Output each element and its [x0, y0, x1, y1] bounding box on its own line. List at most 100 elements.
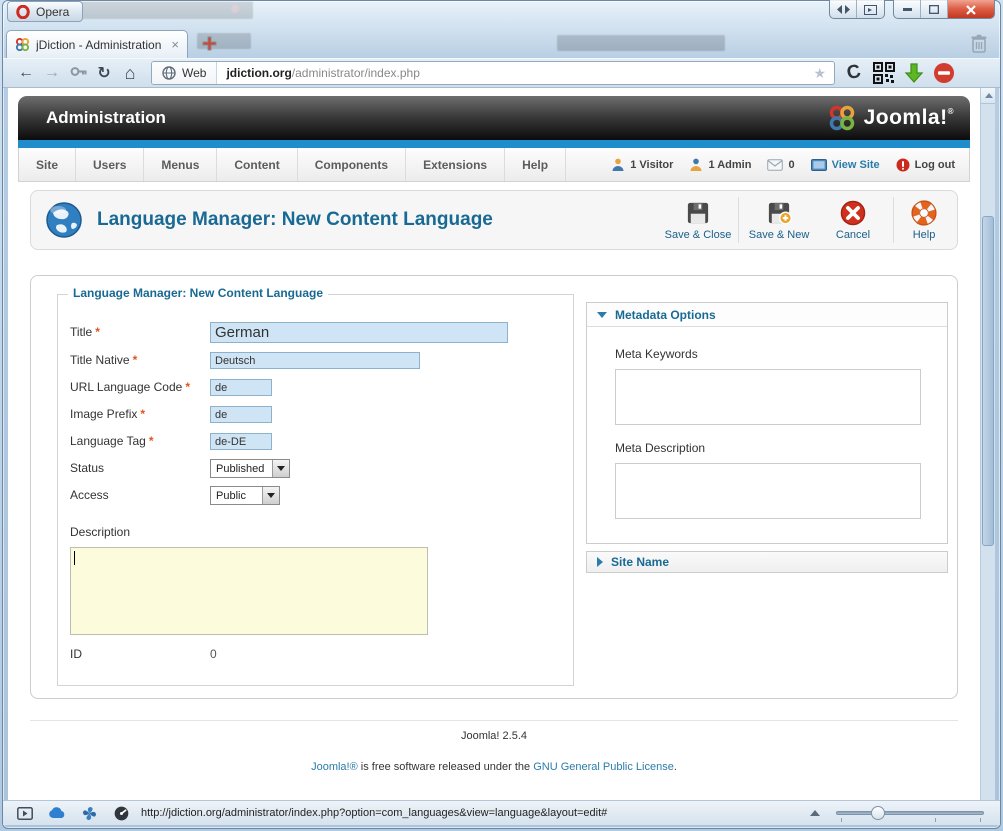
forward-button[interactable]: → — [39, 64, 65, 82]
zoom-menu-button[interactable] — [810, 810, 820, 816]
zoom-slider[interactable] — [836, 811, 984, 815]
rewind-button[interactable] — [65, 64, 91, 82]
page-title: Language Manager: New Content Language — [97, 209, 661, 231]
view-site-link[interactable]: View Site — [811, 159, 880, 171]
save-new-button[interactable]: Save & New — [742, 200, 816, 241]
metadata-options-header[interactable]: Metadata Options — [587, 303, 947, 327]
opera-menu-button[interactable]: Opera — [7, 1, 83, 22]
language-tag-input[interactable] — [210, 433, 272, 450]
visitor-person-icon — [611, 158, 625, 171]
admin-person-icon — [689, 158, 703, 171]
url-language-code-input[interactable] — [210, 379, 272, 396]
search-engine-dropdown[interactable]: Web — [152, 62, 217, 84]
required-marker: * — [95, 325, 100, 339]
scrollbar-thumb[interactable] — [982, 216, 994, 546]
minimize-button[interactable] — [894, 0, 921, 19]
access-select-value: Public — [211, 490, 262, 502]
admin-count[interactable]: 1 Admin — [689, 158, 751, 171]
url-text[interactable]: jdiction.org/administrator/index.php — [217, 66, 805, 80]
scroll-up-arrow[interactable] — [981, 88, 995, 104]
license-line: Joomla!® is free software released under… — [30, 761, 958, 773]
help-label: Help — [913, 229, 936, 241]
tab-title: jDiction - Administration — [36, 38, 165, 52]
menu-item-menus[interactable]: Menus — [144, 148, 217, 181]
tab-jdiction-administration[interactable]: jDiction - Administration × — [6, 30, 188, 58]
site-name-title: Site Name — [611, 555, 669, 569]
monitor-icon — [811, 159, 827, 171]
gnu-license-link[interactable]: GNU General Public License — [533, 761, 674, 773]
menu-item-extensions[interactable]: Extensions — [406, 148, 505, 181]
zoom-tick — [980, 818, 981, 822]
opera-unite-button[interactable] — [73, 806, 105, 821]
joomla-admin-page: Administration Joomla!® Site Use — [18, 96, 970, 773]
maximize-button[interactable] — [921, 0, 948, 19]
opera-browser-window: Opera — [0, 0, 1003, 831]
save-new-icon — [766, 200, 792, 226]
reload-button[interactable]: ↻ — [91, 63, 117, 83]
site-name-panel-header[interactable]: Site Name — [586, 551, 948, 573]
meta-keywords-textarea[interactable] — [615, 369, 921, 425]
help-button[interactable]: Help — [897, 200, 951, 241]
block-content-button[interactable] — [929, 62, 959, 84]
title-native-input[interactable] — [210, 352, 420, 369]
status-select[interactable]: Published — [210, 459, 290, 478]
url-path: /administrator/index.php — [292, 66, 420, 80]
messages-count[interactable]: 0 — [767, 159, 794, 171]
cancel-button[interactable]: Cancel — [816, 200, 890, 241]
panel-toggle-button[interactable] — [9, 807, 41, 820]
download-arrow-button[interactable] — [899, 62, 929, 84]
qr-code-icon — [873, 62, 895, 84]
url-field[interactable]: Web jdiction.org/administrator/index.php… — [151, 61, 835, 85]
logout-link[interactable]: Log out — [896, 158, 955, 172]
close-button[interactable] — [948, 0, 994, 19]
access-label: Access — [70, 488, 109, 502]
chevron-down-icon — [262, 487, 279, 504]
panels-button[interactable] — [857, 0, 884, 19]
access-select[interactable]: Public — [210, 486, 280, 505]
title-input[interactable] — [210, 322, 508, 343]
address-bar: ← → ↻ ⌂ Web jdiction.or — [3, 58, 1000, 88]
closed-tabs-trash-button[interactable] — [967, 32, 991, 56]
page-title-bar: Language Manager: New Content Language S… — [30, 190, 958, 250]
meta-keywords-label: Meta Keywords — [615, 347, 919, 361]
bookmark-star-icon[interactable]: ★ — [805, 65, 834, 82]
chevron-down-icon — [272, 460, 289, 477]
required-marker: * — [140, 407, 145, 421]
image-prefix-input[interactable] — [210, 406, 272, 423]
status-bar: http://jdiction.org/administrator/index.… — [3, 800, 1000, 825]
description-textarea[interactable] — [70, 547, 428, 635]
turbo-status-button[interactable] — [105, 806, 137, 821]
back-button[interactable]: ← — [13, 64, 39, 82]
opera-turbo-button[interactable]: C — [839, 62, 869, 84]
plus-icon — [202, 36, 217, 51]
joomla-link[interactable]: Joomla!® — [311, 761, 358, 773]
joomla-version: Joomla! 2.5.4 — [30, 730, 958, 742]
menu-item-components[interactable]: Components — [298, 148, 406, 181]
tab-close-icon[interactable]: × — [171, 37, 179, 52]
zoom-controls — [810, 810, 1000, 816]
meta-description-textarea[interactable] — [615, 463, 921, 519]
menu-item-content[interactable]: Content — [217, 148, 297, 181]
qr-code-button[interactable] — [869, 62, 899, 84]
meta-description-label: Meta Description — [615, 441, 919, 455]
joomla-logo-icon — [828, 104, 856, 132]
save-new-label: Save & New — [749, 229, 810, 241]
page-viewport: Administration Joomla!® Site Use — [8, 88, 995, 800]
cloud-icon — [48, 807, 66, 819]
vertical-scrollbar[interactable] — [980, 88, 995, 800]
opera-link-button[interactable] — [41, 807, 73, 819]
zoom-slider-handle[interactable] — [871, 806, 885, 820]
home-button[interactable]: ⌂ — [117, 63, 143, 84]
zoom-tick — [935, 818, 936, 822]
maximize-icon — [929, 5, 939, 14]
mail-icon — [767, 159, 783, 171]
globe-icon — [162, 66, 176, 80]
menu-item-site[interactable]: Site — [19, 148, 76, 181]
menu-item-users[interactable]: Users — [76, 148, 144, 181]
new-tab-button[interactable] — [196, 34, 222, 53]
menu-item-help[interactable]: Help — [505, 148, 566, 181]
visitor-count[interactable]: 1 Visitor — [611, 158, 673, 171]
save-close-button[interactable]: Save & Close — [661, 200, 735, 241]
tab-cycler-button[interactable] — [830, 0, 857, 19]
titlebar: Opera — [0, 0, 1003, 28]
